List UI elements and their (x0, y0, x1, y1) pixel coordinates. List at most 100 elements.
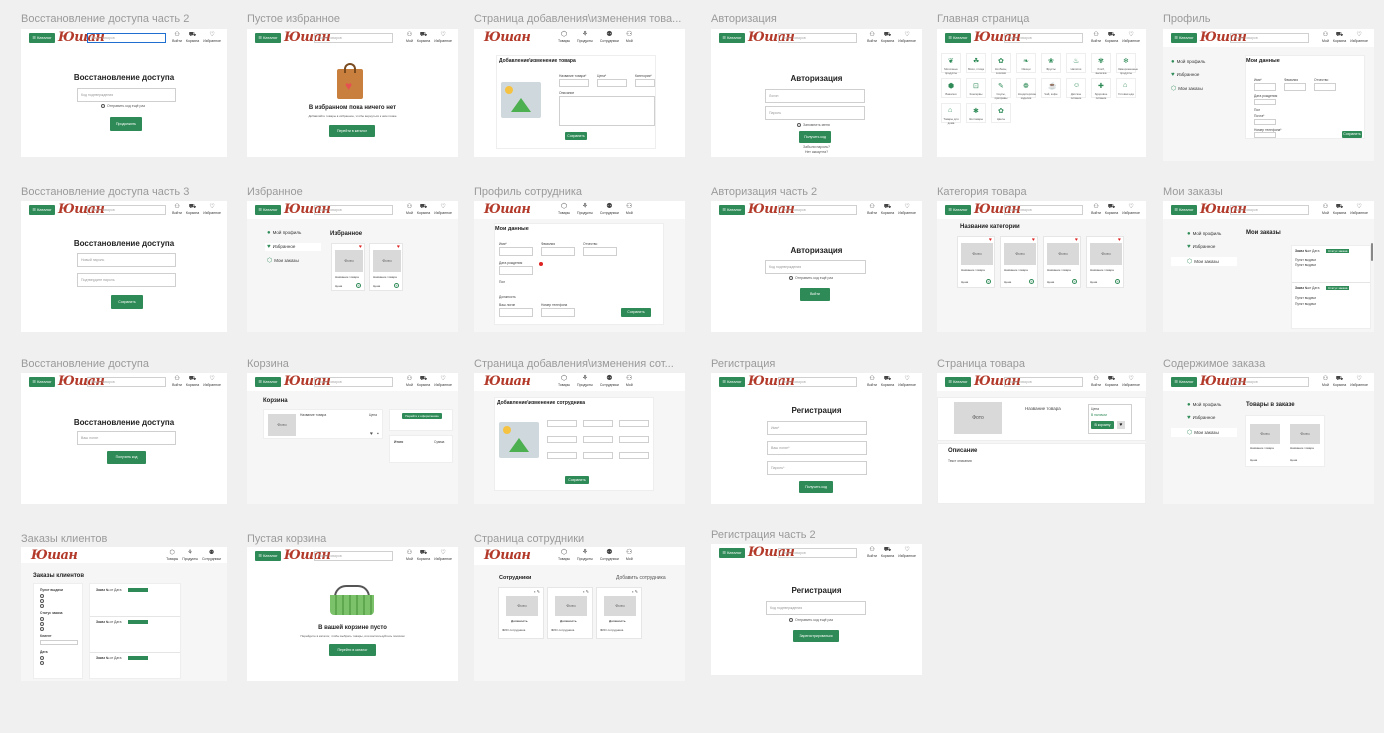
favorites-link[interactable]: ♡ Избранное (1122, 31, 1140, 43)
catalog-button[interactable]: ☰ Каталог (1171, 205, 1197, 215)
login-link[interactable]: ⚇ Войти (172, 203, 182, 215)
favorites-link[interactable]: ♡ Избранное (898, 31, 916, 43)
heart-icon[interactable]: ♥ (370, 431, 373, 437)
sidebar-item-profile[interactable]: ● Мой профиль (1187, 231, 1221, 237)
add-to-cart-icon[interactable]: + (1072, 279, 1077, 284)
category-tile[interactable]: ☕ Чай, кофе (1041, 78, 1061, 98)
category-tile[interactable]: ✿ Колбасы, сосиски (991, 53, 1011, 75)
name-input[interactable]: Имя* (767, 421, 867, 435)
catalog-button[interactable]: ☰ Каталог (719, 33, 745, 43)
search-input[interactable]: Поиск товаров (778, 548, 857, 558)
category-tile[interactable]: ❀ Фрукты (1041, 53, 1061, 73)
confirm-password-input[interactable]: Подтвердите пароль (77, 273, 176, 287)
category-tile[interactable]: ⌂ Готовая еда (1116, 78, 1136, 98)
favorites-link[interactable]: ♡ Избранное (434, 203, 452, 215)
products-link[interactable]: ⬡ Товары (558, 375, 570, 387)
orders-link[interactable]: ⚘ Продукты (577, 203, 593, 215)
search-input[interactable]: Поиск товаров (87, 33, 166, 43)
favorites-link[interactable]: ♡ Избранное (203, 375, 221, 387)
cart-link[interactable]: ⛟ Корзина (1333, 31, 1346, 43)
cart-link[interactable]: ⛟ Корзина (186, 203, 199, 215)
checkout-button[interactable]: Перейти к оформлению (402, 413, 442, 419)
cart-link[interactable]: ⛟ Корзина (417, 203, 430, 215)
filter-option[interactable] (40, 599, 46, 604)
category-select[interactable] (635, 79, 655, 87)
cart-link[interactable]: ⛟ Корзина (1105, 203, 1118, 215)
cart-link[interactable]: ⛟ Корзина (1333, 203, 1346, 215)
product-card[interactable]: ♥ Фото Название товара Цена + (369, 243, 403, 291)
category-tile[interactable]: ✚ Здоровое питание (1091, 78, 1111, 100)
orders-link[interactable]: ⚘ Продукты (577, 375, 593, 387)
cart-link[interactable]: ⛟ Корзина (186, 375, 199, 387)
add-to-cart-icon[interactable]: + (356, 283, 361, 288)
sidebar-item-favorites[interactable]: ♥ Избранное (265, 243, 321, 251)
sidebar-item-orders[interactable]: ⬡ Мои заказы (267, 257, 299, 264)
orders-link[interactable]: ⚘ Продукты (182, 549, 198, 561)
search-input[interactable]: Поиск товаров (1230, 205, 1309, 215)
sidebar-item-orders[interactable]: ⬡ Мои заказы (1171, 257, 1237, 266)
search-input[interactable]: Поиск товаров (1230, 33, 1309, 43)
patronymic-input[interactable] (1314, 83, 1336, 91)
category-tile[interactable]: ❧ Овощи (1016, 53, 1036, 73)
get-code-button[interactable]: Получить код (799, 481, 833, 493)
search-input[interactable]: Поиск товаров (1230, 377, 1309, 387)
search-input[interactable]: Поиск товаров (87, 205, 166, 215)
products-link[interactable]: ⬡ Товары (558, 203, 570, 215)
login-input[interactable]: Ваш логин* (767, 441, 867, 455)
favorites-link[interactable]: ♡ Избранное (434, 31, 452, 43)
login-input[interactable] (499, 308, 533, 317)
catalog-button[interactable]: ☰ Каталог (29, 33, 55, 43)
cart-link[interactable]: ⛟ Корзина (1105, 31, 1118, 43)
category-tile[interactable]: ✿ Цветы (991, 103, 1011, 123)
catalog-button[interactable]: ☰ Каталог (255, 33, 281, 43)
products-link[interactable]: ⬡ Товары (558, 31, 570, 43)
forgot-link[interactable]: Забыли пароль? (711, 145, 922, 149)
phone-input[interactable] (1254, 132, 1276, 138)
surname-input[interactable] (583, 420, 613, 427)
favorites-link[interactable]: ♡ Избранное (898, 546, 916, 558)
catalog-button[interactable]: ☰ Каталог (29, 205, 55, 215)
favorites-link[interactable]: ♡ Избранное (1350, 31, 1368, 43)
heart-icon[interactable]: ♥ (1117, 421, 1125, 429)
filter-option[interactable] (40, 661, 46, 666)
sidebar-item-profile[interactable]: ● Мой профиль (267, 230, 301, 236)
category-tile[interactable]: ✾ Хлеб, выпечка (1091, 53, 1111, 75)
name-input[interactable] (1254, 83, 1276, 91)
price-input[interactable] (597, 79, 627, 87)
filter-option[interactable] (40, 656, 46, 661)
trash-icon[interactable]: ▪ ✎ (632, 589, 638, 594)
me-link[interactable]: ⚇ Мой (406, 203, 413, 215)
product-card[interactable]: ♥ Фото Название товара Цена + (1000, 236, 1038, 288)
logo[interactable]: Юшан (484, 30, 531, 45)
login-button[interactable]: Войти (800, 288, 830, 301)
search-input[interactable]: Поиск товаров (1004, 205, 1083, 215)
category-tile[interactable]: ❦ Молочные продукты (941, 53, 961, 75)
cart-link[interactable]: ⛟ Корзина (881, 203, 894, 215)
logo[interactable]: Юшан (484, 548, 531, 563)
me-link[interactable]: ⚇ Мой (406, 31, 413, 43)
catalog-button[interactable]: ☰ Каталог (255, 377, 281, 387)
catalog-button[interactable]: ☰ Каталог (255, 205, 281, 215)
cart-link[interactable]: ⛟ Корзина (186, 31, 199, 43)
remember-checkbox[interactable]: Запомнить меня (797, 123, 830, 128)
employee-card[interactable]: ▪ ✎ Фото Должность ФИО сотрудника (596, 587, 642, 639)
catalog-button[interactable]: ☰ Каталог (945, 33, 971, 43)
favorites-link[interactable]: ♡ Избранное (898, 375, 916, 387)
login-link[interactable]: ⚇ Войти (867, 31, 877, 43)
favorites-link[interactable]: ♡ Избранное (1350, 203, 1368, 215)
code-input[interactable]: Код подтверждения (766, 601, 866, 615)
employees-link[interactable]: ⚉ Сотрудники (600, 31, 619, 43)
category-tile[interactable]: ✎ Соусы, приправы (991, 78, 1011, 100)
name-input[interactable] (547, 420, 577, 427)
get-code-button[interactable]: Получить код (799, 131, 831, 143)
register-link[interactable]: Нет аккаунта? (711, 150, 922, 154)
orders-link[interactable]: ⚘ Продукты (577, 31, 593, 43)
me-link[interactable]: ⚇ Мой (1322, 203, 1329, 215)
login-link[interactable]: ⚇ Войти (172, 31, 182, 43)
order-number[interactable]: Заказ № (1295, 286, 1309, 290)
category-tile[interactable]: ✱ Зоотовары (966, 103, 986, 123)
login-link[interactable]: ⚇ Войти (867, 203, 877, 215)
trash-icon[interactable]: ▪ ✎ (583, 589, 589, 594)
password-input[interactable] (583, 452, 613, 459)
save-button[interactable]: Сохранить (565, 476, 589, 484)
